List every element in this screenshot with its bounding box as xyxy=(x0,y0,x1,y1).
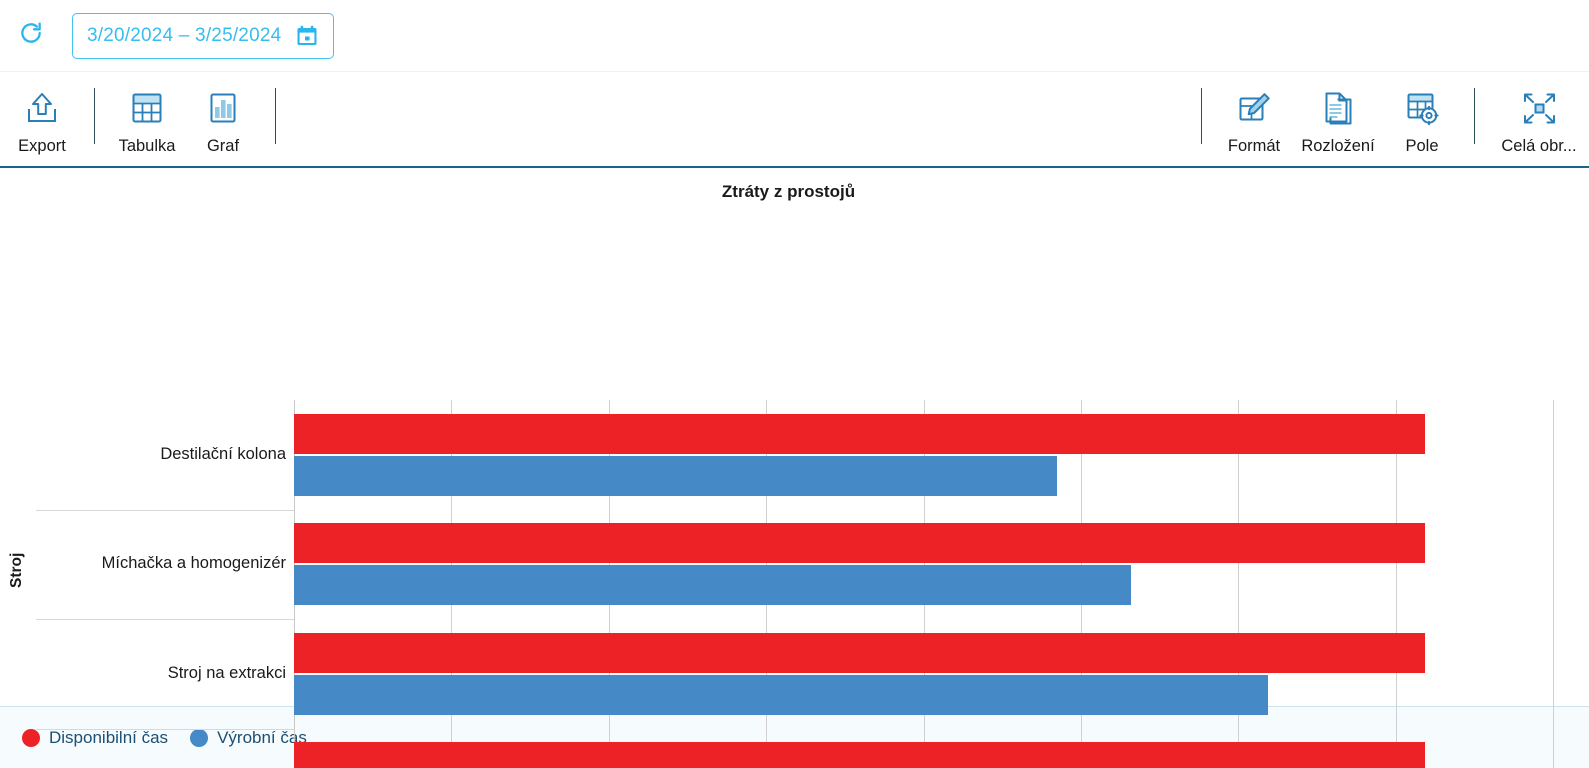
toolbar-divider-2 xyxy=(275,88,276,144)
toolbar-left-group: Export Tabulka Graf xyxy=(0,76,290,156)
fullscreen-label: Celá obr... xyxy=(1501,137,1577,155)
format-label: Formát xyxy=(1227,137,1281,155)
layout-button[interactable]: Rozložení xyxy=(1292,76,1384,156)
table-label: Tabulka xyxy=(118,137,176,155)
format-pencil-icon xyxy=(1231,86,1277,134)
chart-panel: Ztráty z prostojů Stroj Destilační kolon… xyxy=(0,168,1589,768)
table-button[interactable]: Tabulka xyxy=(109,76,185,156)
category-separator xyxy=(36,728,294,730)
fields-table-gear-icon xyxy=(1399,86,1445,134)
category-separator xyxy=(36,509,294,511)
toolbar-divider-4 xyxy=(1474,88,1475,144)
x-gridline xyxy=(1395,400,1397,768)
category-label: Destilační kolona xyxy=(160,444,286,463)
toolbar-divider xyxy=(94,88,95,144)
fullscreen-button[interactable]: Celá obr... xyxy=(1489,76,1589,156)
toolbar-divider-3 xyxy=(1201,88,1202,144)
date-range-picker[interactable]: 3/20/2024 – 3/25/2024 xyxy=(72,12,334,59)
chart-plot-area[interactable]: Stroj Destilační kolona Míchačka a homoge… xyxy=(0,168,1589,768)
category-label: Míchačka a homogenizér xyxy=(101,554,286,573)
category-label: Stroj na extrakci xyxy=(167,663,286,682)
date-toolbar: 3/20/2024 – 3/25/2024 xyxy=(0,0,1589,72)
x-gridline xyxy=(1553,400,1554,768)
export-button[interactable]: Export xyxy=(4,76,80,156)
chart-bar[interactable] xyxy=(294,455,1058,496)
chart-label: Graf xyxy=(206,137,240,155)
chart-bar[interactable] xyxy=(294,742,1425,768)
y-axis-label: Stroj xyxy=(8,552,25,588)
export-upload-icon xyxy=(19,86,65,134)
bar-chart-icon xyxy=(200,86,246,134)
layout-label: Rozložení xyxy=(1301,137,1375,155)
category-separator xyxy=(36,619,294,620)
fullscreen-icon xyxy=(1516,86,1562,134)
chart-bar[interactable] xyxy=(294,413,1425,454)
legend-label: Disponibilní čas xyxy=(49,727,169,747)
chart-bar[interactable] xyxy=(294,632,1425,673)
calendar-icon[interactable] xyxy=(295,24,319,48)
fields-button[interactable]: Pole xyxy=(1384,76,1460,156)
legend-item[interactable]: Disponibilní čas xyxy=(22,728,168,748)
chart-bar[interactable] xyxy=(294,523,1425,564)
toolbar-right-group: Formát Rozložení Pole Celá obr... xyxy=(1187,76,1589,156)
chart-bar[interactable] xyxy=(294,674,1269,715)
layout-document-icon xyxy=(1315,86,1361,134)
date-range-value[interactable]: 3/20/2024 – 3/25/2024 xyxy=(87,25,281,47)
legend-color-swatch xyxy=(22,728,40,747)
export-label: Export xyxy=(18,137,66,155)
table-icon xyxy=(124,86,170,134)
legend-color-swatch xyxy=(190,728,209,747)
main-toolbar: Export Tabulka Graf Formát Rozložení Pol… xyxy=(0,72,1589,168)
legend-item[interactable]: Výrobní čas xyxy=(190,728,307,748)
format-button[interactable]: Formát xyxy=(1216,76,1292,156)
refresh-button[interactable] xyxy=(14,19,48,53)
chart-button[interactable]: Graf xyxy=(185,76,261,156)
fields-label: Pole xyxy=(1405,137,1439,155)
chart-bar[interactable] xyxy=(294,565,1132,606)
refresh-icon xyxy=(18,20,44,51)
